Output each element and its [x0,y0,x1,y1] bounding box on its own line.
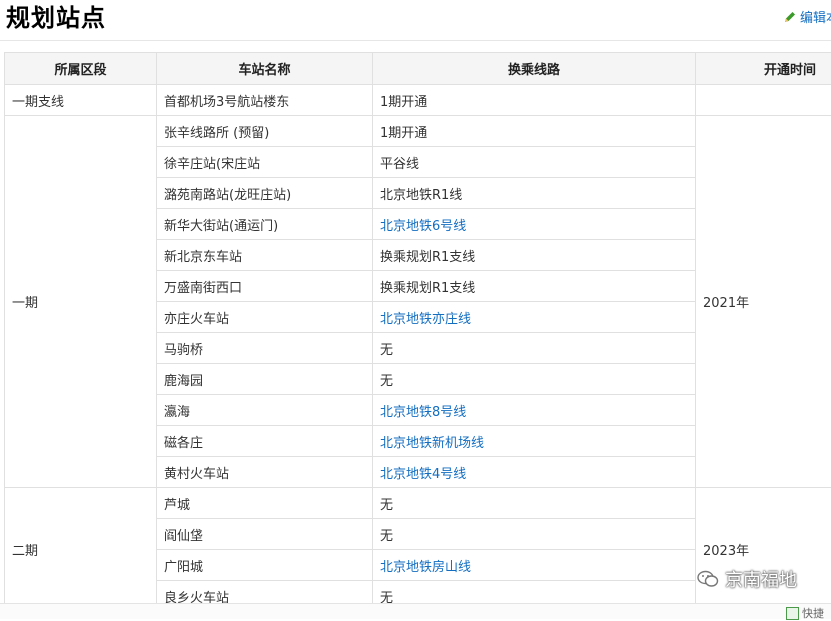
transfer-cell: 无 [373,333,696,364]
stations-table: 所属区段 车站名称 换乘线路 开通时间 一期支线 首都机场3号航站楼东 1期开通… [4,52,831,612]
station-cell: 黄村火车站 [157,457,373,488]
transfer-cell: 北京地铁4号线 [373,457,696,488]
station-cell: 马驹桥 [157,333,373,364]
station-cell: 瀛海 [157,395,373,426]
transfer-cell: 北京地铁亦庄线 [373,302,696,333]
transfer-cell: 无 [373,488,696,519]
transfer-link[interactable]: 北京地铁6号线 [380,219,466,234]
table-row: 一期支线 首都机场3号航站楼东 1期开通 [5,85,831,116]
shortcut-label[interactable]: 快捷 [802,605,824,621]
station-cell: 阎仙垡 [157,519,373,550]
transfer-cell: 北京地铁房山线 [373,550,696,581]
pencil-icon [783,10,797,24]
transfer-cell: 换乘规划R1支线 [373,240,696,271]
page-title: 规划站点 [6,2,106,34]
title-divider [0,40,831,41]
header-station: 车站名称 [157,53,373,85]
table-header-row: 所属区段 车站名称 换乘线路 开通时间 [5,53,831,85]
edit-label: 编辑本 [800,7,831,26]
transfer-cell: 换乘规划R1支线 [373,271,696,302]
station-cell: 广阳城 [157,550,373,581]
edit-link[interactable]: 编辑本 [783,7,831,26]
open-time-cell: 2021年 [696,116,831,488]
bottom-toolbar: 快捷 [0,603,831,619]
station-cell: 鹿海园 [157,364,373,395]
section-cell: 二期 [5,488,157,612]
station-cell: 新北京东车站 [157,240,373,271]
transfer-cell: 北京地铁6号线 [373,209,696,240]
station-cell: 潞苑南路站(龙旺庄站) [157,178,373,209]
header-open-time: 开通时间 [696,53,831,85]
section-cell: 一期 [5,116,157,488]
transfer-cell: 北京地铁R1线 [373,178,696,209]
station-cell: 张辛线路所 (预留) [157,116,373,147]
watermark: 京南福地 [697,566,797,592]
transfer-cell: 无 [373,364,696,395]
open-time-cell [696,85,831,116]
transfer-link[interactable]: 北京地铁新机场线 [380,436,484,451]
section-cell: 一期支线 [5,85,157,116]
transfer-link[interactable]: 北京地铁房山线 [380,560,471,575]
transfer-cell: 1期开通 [373,116,696,147]
header-section: 所属区段 [5,53,157,85]
watermark-text: 京南福地 [725,566,797,592]
transfer-link[interactable]: 北京地铁8号线 [380,405,466,420]
table-row: 一期 张辛线路所 (预留) 1期开通 2021年 [5,116,831,147]
wechat-icon [697,570,719,588]
shortcut-icon[interactable] [786,607,799,620]
transfer-cell: 北京地铁8号线 [373,395,696,426]
transfer-link[interactable]: 北京地铁4号线 [380,467,466,482]
table-row: 二期 芦城 无 2023年 [5,488,831,519]
station-cell: 磁各庄 [157,426,373,457]
station-cell: 芦城 [157,488,373,519]
transfer-cell: 无 [373,519,696,550]
header-transfer: 换乘线路 [373,53,696,85]
open-time-cell: 2023年 [696,488,831,612]
station-cell: 首都机场3号航站楼东 [157,85,373,116]
transfer-cell: 1期开通 [373,85,696,116]
transfer-cell: 平谷线 [373,147,696,178]
transfer-cell: 北京地铁新机场线 [373,426,696,457]
station-cell: 万盛南街西口 [157,271,373,302]
station-cell: 徐辛庄站(宋庄站 [157,147,373,178]
station-cell: 新华大街站(通运门) [157,209,373,240]
transfer-link[interactable]: 北京地铁亦庄线 [380,312,471,327]
station-cell: 亦庄火车站 [157,302,373,333]
